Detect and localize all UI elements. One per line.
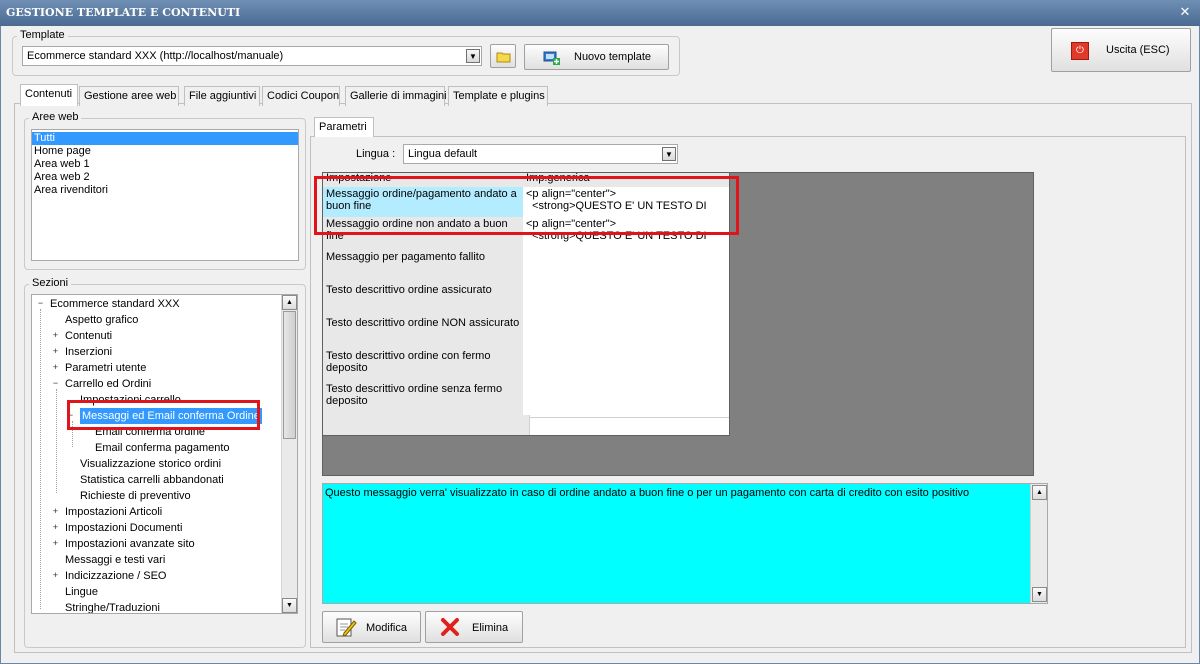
scroll-down-icon[interactable]: ▼: [1032, 587, 1047, 602]
tree-node[interactable]: Statistica carrelli abbandonati: [80, 472, 224, 488]
sezioni-tree[interactable]: − Ecommerce standard XXX Aspetto grafico + C…: [31, 294, 298, 614]
lingua-label: Lingua :: [356, 148, 396, 160]
chevron-down-icon[interactable]: ▼: [466, 49, 480, 63]
tree-node[interactable]: Visualizzazione storico ordini: [80, 456, 221, 472]
grid-row-value[interactable]: [523, 316, 729, 352]
expand-icon[interactable]: +: [51, 331, 60, 340]
tab-codici-coupon[interactable]: Codici Coupon: [262, 86, 340, 106]
list-item[interactable]: Area rivenditori: [32, 184, 298, 197]
exit-label: Uscita (ESC): [1106, 44, 1170, 56]
tab-contenuti[interactable]: Contenuti: [20, 84, 78, 106]
expand-icon[interactable]: +: [51, 571, 60, 580]
collapse-icon[interactable]: −: [36, 299, 45, 308]
tab-file-aggiuntivi[interactable]: File aggiuntivi: [184, 86, 260, 106]
window-title-bar: GESTIONE TEMPLATE E CONTENUTI: [0, 0, 1200, 26]
tree-node[interactable]: Ecommerce standard XXX: [50, 296, 180, 312]
tree-node[interactable]: Impostazioni Articoli: [65, 504, 162, 520]
scroll-up-icon[interactable]: ▲: [282, 295, 297, 310]
sezioni-label: Sezioni: [29, 277, 72, 289]
window-title: GESTIONE TEMPLATE E CONTENUTI: [6, 6, 241, 19]
tree-node[interactable]: Lingue: [65, 584, 98, 600]
power-icon: ⏻: [1071, 42, 1089, 60]
tab-template-plugins[interactable]: Template e plugins: [448, 86, 548, 106]
scroll-up-icon[interactable]: ▲: [1032, 485, 1047, 500]
tree-node[interactable]: Email conferma pagamento: [95, 440, 230, 456]
list-item[interactable]: Area web 2: [32, 171, 298, 184]
list-item[interactable]: Home page: [32, 145, 298, 158]
lingua-select-value: Lingua default: [408, 148, 478, 160]
tree-line: [56, 389, 57, 493]
grid-row-name[interactable]: Testo descrittivo ordine NON assicurato: [323, 316, 530, 352]
tree-node[interactable]: Impostazioni Documenti: [65, 520, 182, 536]
sezioni-scrollbar[interactable]: ▲ ▼: [281, 295, 297, 613]
chevron-down-icon[interactable]: ▼: [662, 147, 676, 161]
description-text: Questo messaggio verra' visualizzato in …: [325, 487, 970, 499]
add-template-icon: [543, 51, 560, 65]
tree-node[interactable]: Richieste di preventivo: [80, 488, 191, 504]
tree-node[interactable]: Aspetto grafico: [65, 312, 138, 328]
template-select[interactable]: Ecommerce standard XXX (http://localhost…: [22, 46, 482, 66]
scroll-down-icon[interactable]: ▼: [282, 598, 297, 613]
grid-row-value[interactable]: [523, 382, 729, 418]
open-folder-button[interactable]: [490, 44, 516, 68]
modifica-button[interactable]: Modifica: [322, 611, 421, 643]
new-template-label: Nuovo template: [574, 51, 652, 63]
grid-highlight-box: [314, 176, 739, 235]
tree-highlight-box: [67, 400, 260, 430]
expand-icon[interactable]: +: [51, 363, 60, 372]
template-select-value: Ecommerce standard XXX (http://localhost…: [27, 50, 284, 62]
tree-node[interactable]: Parametri utente: [65, 360, 146, 376]
aree-web-list[interactable]: Tutti Home page Area web 1 Area web 2 Ar…: [31, 129, 299, 261]
scroll-thumb[interactable]: [283, 311, 296, 439]
expand-icon[interactable]: +: [51, 523, 60, 532]
exit-button[interactable]: ⏻ Uscita (ESC): [1051, 28, 1191, 72]
tree-node[interactable]: Contenuti: [65, 328, 112, 344]
expand-icon[interactable]: +: [51, 347, 60, 356]
tree-node[interactable]: Messaggi e testi vari: [65, 552, 165, 568]
tree-node[interactable]: Impostazioni avanzate sito: [65, 536, 195, 552]
elimina-label: Elimina: [472, 622, 509, 634]
elimina-button[interactable]: Elimina: [425, 611, 523, 643]
tree-node[interactable]: Indicizzazione / SEO: [65, 568, 167, 584]
template-group-label: Template: [17, 29, 68, 41]
grid-row-name[interactable]: Testo descrittivo ordine assicurato: [323, 283, 530, 319]
grid-row-value[interactable]: [523, 283, 729, 319]
edit-icon: [336, 618, 357, 637]
close-icon[interactable]: ✕: [1178, 0, 1192, 26]
list-item[interactable]: Tutti: [32, 132, 298, 145]
grid-empty-row: [323, 415, 530, 435]
list-item[interactable]: Area web 1: [32, 158, 298, 171]
expand-icon[interactable]: +: [51, 507, 60, 516]
tab-parametri[interactable]: Parametri: [314, 117, 374, 137]
delete-icon: [441, 618, 459, 636]
grid-row-name[interactable]: Messaggio per pagamento fallito: [323, 250, 530, 286]
lingua-select[interactable]: Lingua default: [403, 144, 678, 164]
aree-web-label: Aree web: [29, 111, 82, 123]
folder-icon: [496, 52, 511, 63]
tree-node[interactable]: Inserzioni: [65, 344, 112, 360]
grid-row-value[interactable]: [523, 250, 729, 286]
new-template-button[interactable]: Nuovo template: [524, 44, 669, 70]
modifica-label: Modifica: [366, 622, 407, 634]
grid-row-name[interactable]: Testo descrittivo ordine con fermo depos…: [323, 349, 530, 385]
tree-line: [40, 309, 41, 609]
description-scrollbar[interactable]: ▲ ▼: [1030, 484, 1047, 603]
tree-node[interactable]: Carrello ed Ordini: [65, 376, 151, 392]
tab-gestione-aree-web[interactable]: Gestione aree web: [79, 86, 179, 106]
expand-icon[interactable]: +: [51, 539, 60, 548]
description-box[interactable]: Questo messaggio verra' visualizzato in …: [322, 483, 1048, 604]
collapse-icon[interactable]: −: [51, 379, 60, 388]
tree-node[interactable]: Stringhe/Traduzioni: [65, 600, 160, 613]
grid-row-name[interactable]: Testo descrittivo ordine senza fermo dep…: [323, 382, 530, 418]
tab-gallerie-immagini[interactable]: Gallerie di immagini: [345, 86, 447, 106]
grid-row-value[interactable]: [523, 349, 729, 385]
